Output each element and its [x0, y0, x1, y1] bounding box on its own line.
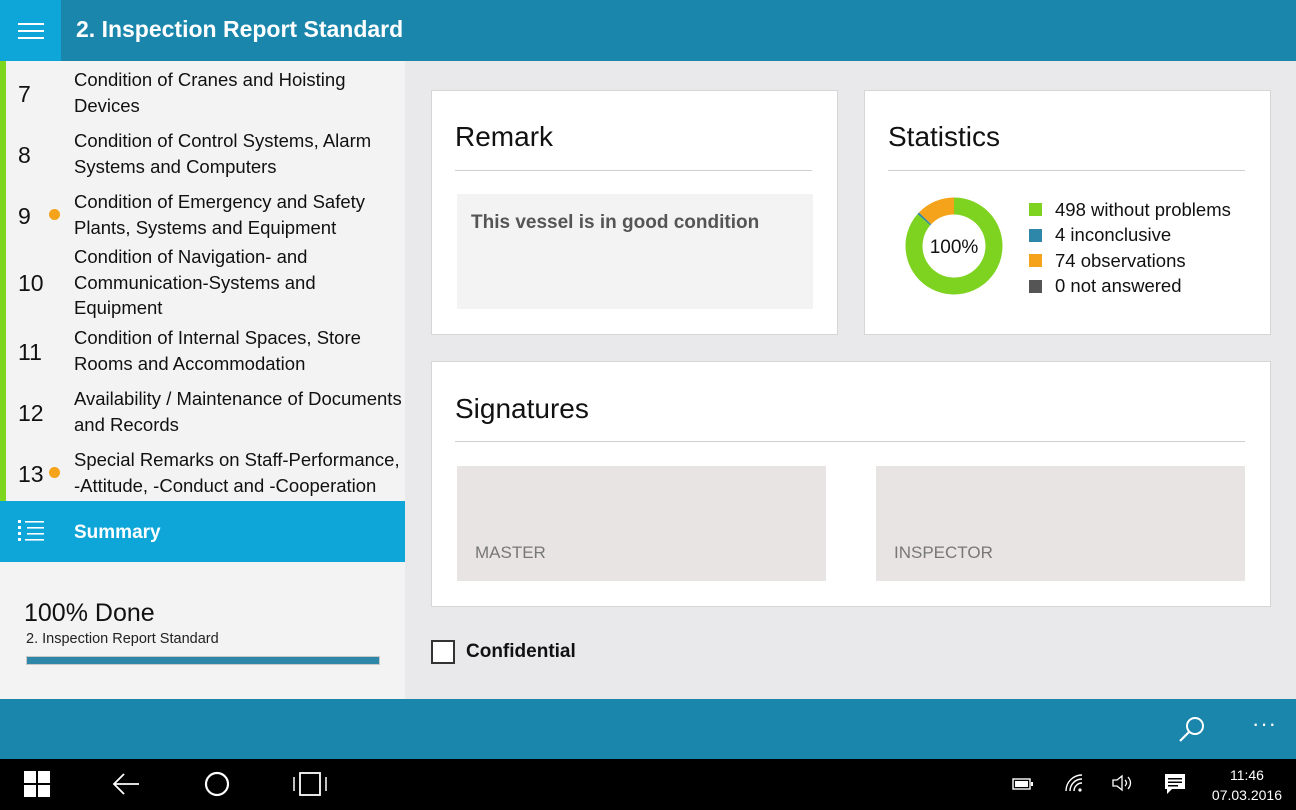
- system-clock[interactable]: 11:46 07.03.2016: [1212, 765, 1282, 805]
- section-label: Availability / Maintenance of Documents …: [74, 388, 402, 435]
- confidential-checkbox[interactable]: [431, 640, 455, 664]
- app-header: 2. Inspection Report Standard: [0, 0, 1296, 61]
- inspector-signature-field[interactable]: INSPECTOR: [876, 466, 1245, 581]
- clock-time: 11:46: [1229, 767, 1264, 783]
- legend-item: 4 inconclusive: [1029, 223, 1231, 249]
- legend-item: 0 not answered: [1029, 274, 1231, 300]
- legend-label: 0 not answered: [1055, 275, 1182, 297]
- progress-title: 100% Done: [24, 599, 155, 627]
- hamburger-menu-button[interactable]: [0, 0, 61, 61]
- section-number: 11: [18, 339, 42, 365]
- windows-start-icon[interactable]: [24, 771, 50, 797]
- sidebar-item-9[interactable]: 9 Condition of Emergency and Safety Plan…: [6, 189, 405, 244]
- remark-title: Remark: [455, 121, 554, 152]
- donut-segment-1: [917, 212, 932, 226]
- legend-swatch: [1029, 279, 1042, 293]
- more-options-icon[interactable]: ···: [1252, 711, 1277, 737]
- legend-label: 4 inconclusive: [1055, 224, 1172, 246]
- inspector-label: INSPECTOR: [894, 543, 993, 562]
- divider: [455, 441, 1245, 442]
- sidebar-item-7[interactable]: 7 Condition of Cranes and Hoisting Devic…: [6, 67, 405, 122]
- progress-bar: [26, 656, 380, 665]
- master-label: MASTER: [475, 543, 546, 562]
- sidebar-item-8[interactable]: 8 Condition of Control Systems, Alarm Sy…: [6, 128, 405, 183]
- section-list: 7 Condition of Cranes and Hoisting Devic…: [0, 61, 405, 501]
- sidebar-item-summary[interactable]: Summary: [0, 501, 405, 562]
- action-center-icon[interactable]: [1164, 773, 1186, 795]
- remark-card: Remark This vessel is in good condition: [431, 90, 838, 335]
- clock-date: 07.03.2016: [1211, 787, 1282, 803]
- section-label: Special Remarks on Staff-Performance, -A…: [74, 449, 400, 496]
- legend-swatch: [1029, 203, 1042, 217]
- section-number: 12: [18, 400, 44, 426]
- legend-label: 74 observations: [1055, 249, 1186, 271]
- task-view-icon[interactable]: [292, 771, 328, 797]
- section-label: Condition of Control Systems, Alarm Syst…: [74, 130, 372, 177]
- legend-swatch: [1029, 228, 1042, 242]
- sidebar-item-12[interactable]: 12 Availability / Maintenance of Documen…: [6, 386, 405, 441]
- list-icon: [18, 520, 44, 541]
- master-signature-field[interactable]: MASTER: [457, 466, 826, 581]
- hamburger-icon: [17, 22, 44, 39]
- signatures-card: Signatures MASTER INSPECTOR: [431, 361, 1271, 607]
- confidential-label: Confidential: [466, 641, 576, 662]
- volume-icon[interactable]: [1112, 774, 1134, 792]
- progress-subtitle: 2. Inspection Report Standard: [26, 631, 219, 647]
- legend-label: 498 without problems: [1055, 198, 1231, 220]
- statistics-donut-chart: 100%: [905, 197, 1003, 295]
- remark-text: This vessel is in good condition: [471, 212, 760, 233]
- wifi-icon[interactable]: [1064, 773, 1084, 793]
- app-bar: ···: [0, 699, 1296, 759]
- signatures-title: Signatures: [455, 393, 589, 424]
- observation-dot-icon: [49, 467, 60, 478]
- statistics-legend: 498 without problems 4 inconclusive 74 o…: [1029, 197, 1231, 299]
- battery-icon[interactable]: [1012, 777, 1034, 791]
- sidebar-item-13[interactable]: 13 Special Remarks on Staff-Performance,…: [6, 447, 405, 502]
- donut-segment-2: [918, 197, 955, 225]
- back-arrow-icon[interactable]: [112, 772, 140, 796]
- divider: [455, 170, 812, 171]
- section-label: Condition of Navigation- and Communicati…: [74, 246, 316, 318]
- divider: [888, 170, 1245, 171]
- section-label: Condition of Emergency and Safety Plants…: [74, 191, 366, 238]
- sidebar-item-11[interactable]: 11 Condition of Internal Spaces, Store R…: [6, 325, 405, 380]
- sidebar-item-10[interactable]: 10 Condition of Navigation- and Communic…: [6, 244, 405, 324]
- section-label: Condition of Internal Spaces, Store Room…: [74, 327, 361, 374]
- statistics-card: Statistics 100% 498 without problems 4 i…: [864, 90, 1271, 335]
- search-icon[interactable]: [1178, 715, 1206, 743]
- legend-item: 498 without problems: [1029, 197, 1231, 223]
- section-label: Condition of Cranes and Hoisting Devices: [74, 69, 346, 116]
- progress-bar-fill: [27, 657, 379, 664]
- sidebar: 7 Condition of Cranes and Hoisting Devic…: [0, 61, 405, 699]
- summary-label: Summary: [74, 522, 161, 543]
- taskbar: 11:46 07.03.2016: [0, 759, 1296, 810]
- home-circle-icon[interactable]: [204, 771, 230, 797]
- legend-item: 74 observations: [1029, 248, 1231, 274]
- section-number: 10: [18, 270, 44, 296]
- page-title: 2. Inspection Report Standard: [76, 16, 404, 42]
- section-number: 8: [18, 142, 31, 168]
- remark-input[interactable]: This vessel is in good condition: [457, 194, 813, 309]
- donut-center-label: 100%: [930, 237, 979, 258]
- statistics-title: Statistics: [888, 121, 1001, 152]
- observation-dot-icon: [49, 209, 60, 220]
- legend-swatch: [1029, 254, 1042, 268]
- section-number: 7: [18, 81, 31, 107]
